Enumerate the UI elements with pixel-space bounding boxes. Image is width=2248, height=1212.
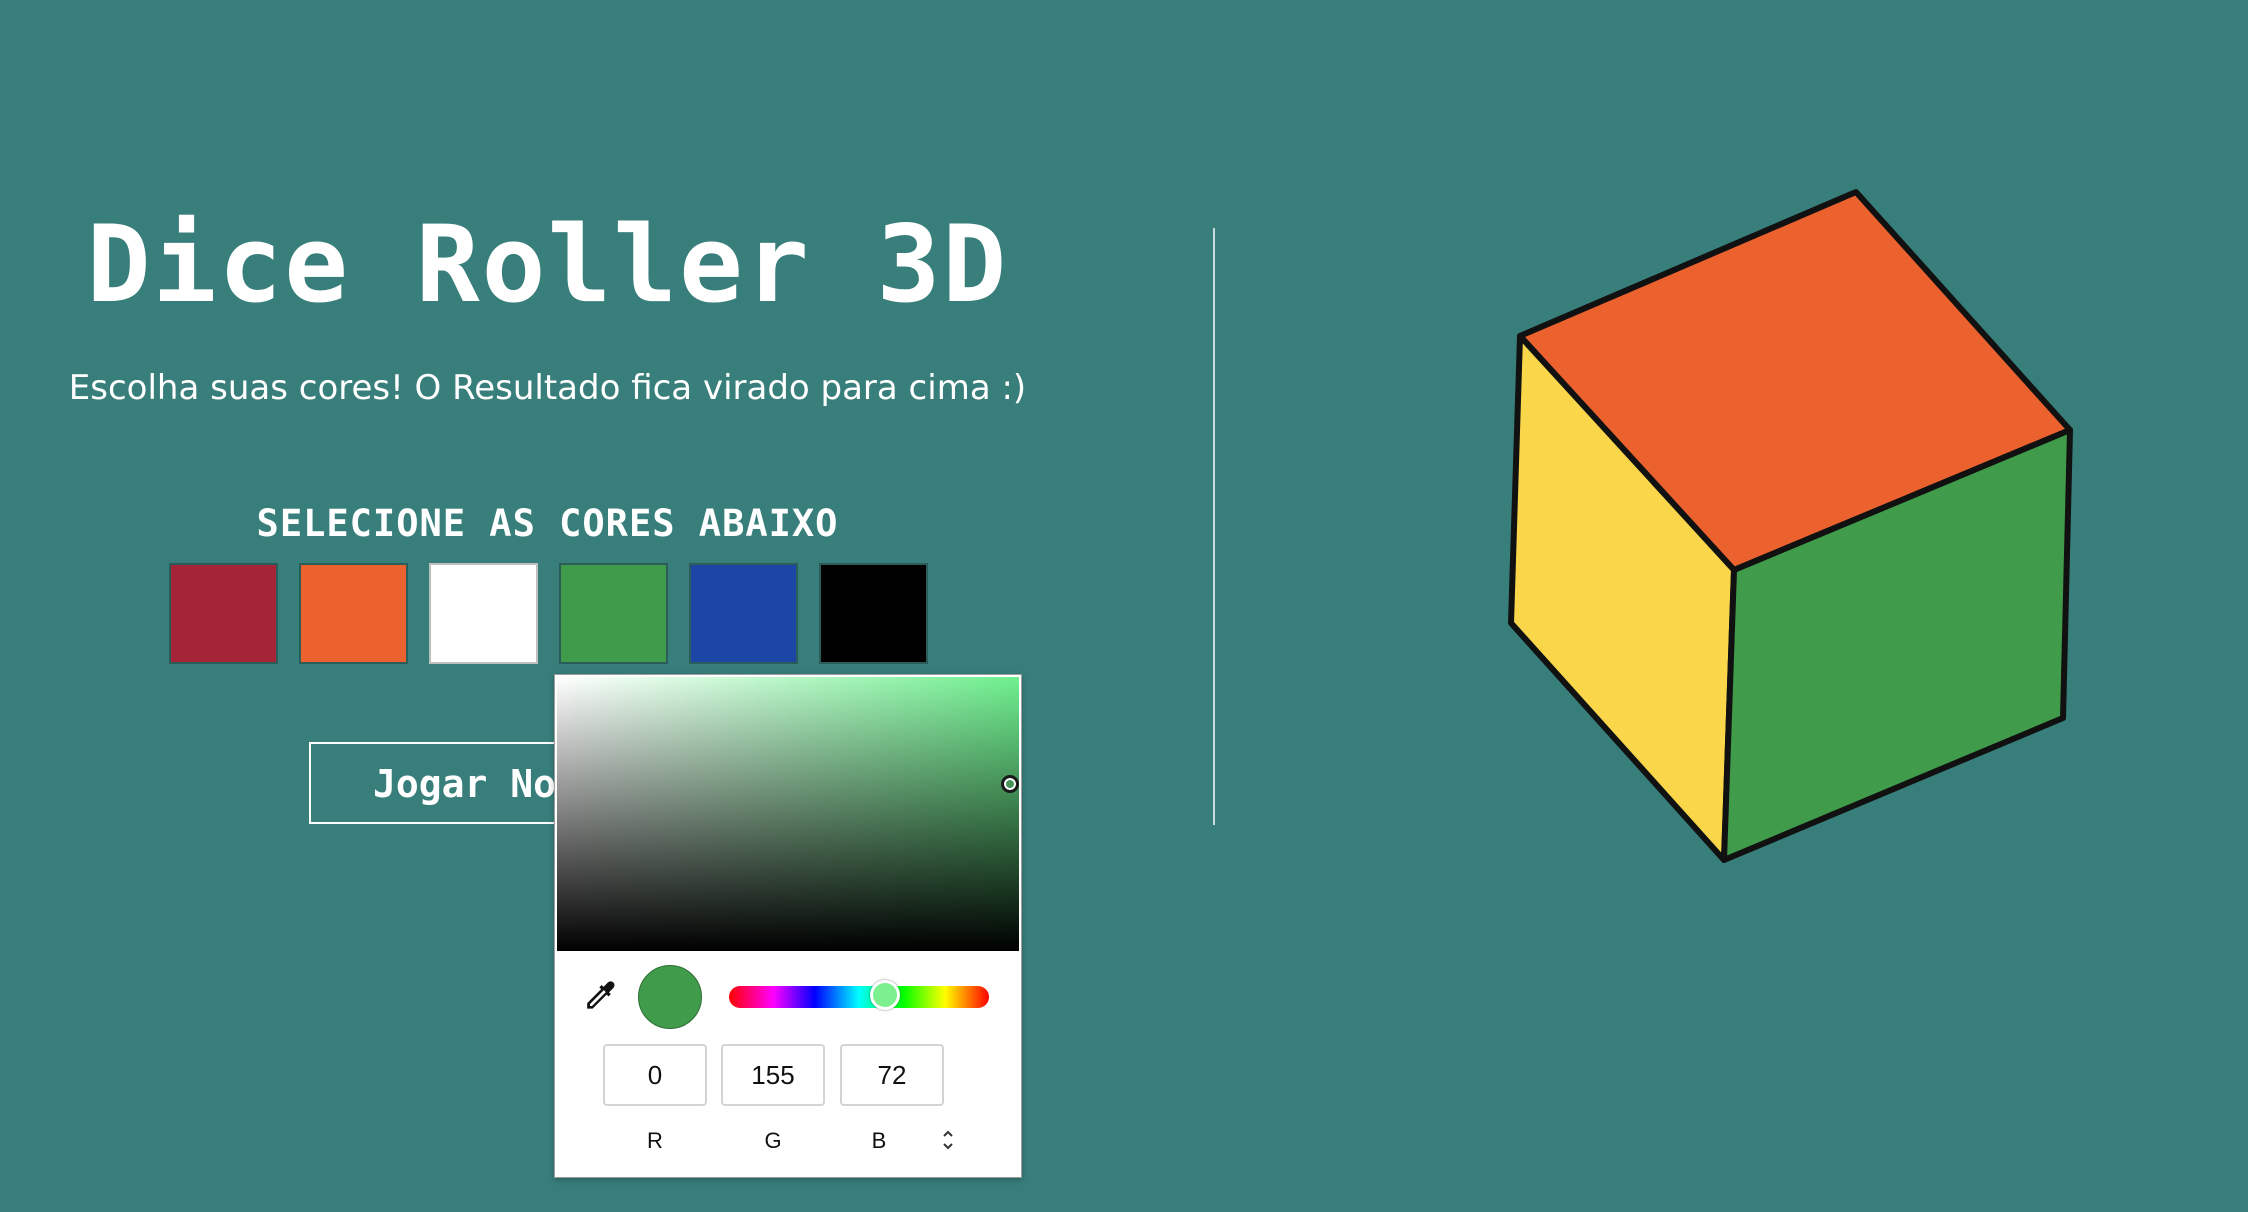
hue-slider[interactable] <box>729 980 989 1010</box>
color-picker-popup: 0 155 72 R G B <box>554 674 1022 1178</box>
page-subtitle: Escolha suas cores! O Resultado fica vir… <box>68 368 1027 408</box>
green-channel-input[interactable]: 155 <box>721 1044 825 1106</box>
saturation-value-handle[interactable] <box>1001 775 1019 793</box>
blue-channel-input[interactable]: 72 <box>840 1044 944 1106</box>
red-channel-label: R <box>647 1128 663 1153</box>
color-swatch-red[interactable] <box>169 563 278 664</box>
page: Dice Roller 3D Escolha suas cores! O Res… <box>0 0 2248 1212</box>
red-channel-input[interactable]: 0 <box>603 1044 707 1106</box>
color-swatch-black[interactable] <box>819 563 928 664</box>
eyedropper-icon[interactable] <box>579 977 619 1017</box>
color-swatch-orange[interactable] <box>299 563 408 664</box>
blue-channel-label: B <box>871 1128 887 1153</box>
green-channel-label: G <box>764 1128 782 1153</box>
chevron-up-down-icon[interactable] <box>935 1125 961 1155</box>
color-swatch-blue[interactable] <box>689 563 798 664</box>
color-swatch-white[interactable] <box>429 563 538 664</box>
color-swatch-green[interactable] <box>559 563 668 664</box>
dice-cube[interactable] <box>1490 170 2090 880</box>
page-title: Dice Roller 3D <box>86 203 1009 326</box>
selected-color-preview <box>638 965 702 1029</box>
colors-section-title: SELECIONE AS CORES ABAIXO <box>256 502 839 545</box>
vertical-divider <box>1213 228 1215 825</box>
saturation-value-area[interactable] <box>557 677 1019 951</box>
hue-slider-thumb[interactable] <box>870 980 900 1010</box>
